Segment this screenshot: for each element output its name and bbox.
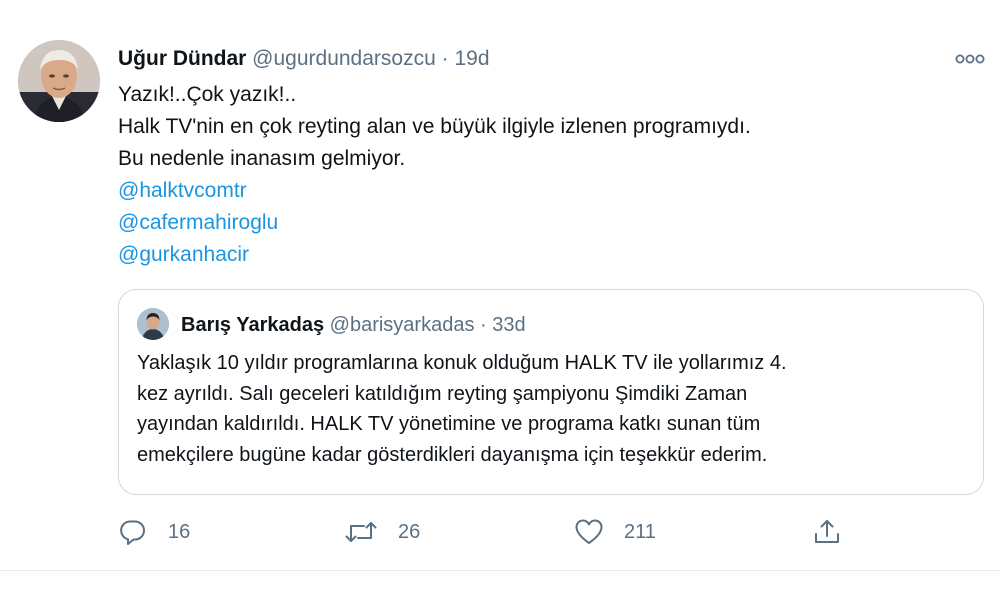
quoted-text-line: emekçilere bugüne kadar gösterdikleri da… [137, 443, 768, 466]
quoted-tweet[interactable]: Barış Yarkadaş @barisyarkadas · 33d Yakl… [118, 289, 984, 495]
tweet-time[interactable]: 19d [454, 47, 489, 70]
tweet-header: Uğur Dündar @ugurdundarsozcu · 19d [118, 45, 490, 73]
quoted-text-line: Yaklaşık 10 yıldır programlarına konuk o… [137, 352, 787, 374]
author-avatar[interactable] [18, 40, 100, 122]
tweet-card[interactable]: Uğur Dündar @ugurdundarsozcu · 19d Yazık… [0, 0, 1000, 578]
like-button[interactable]: 211 [574, 514, 656, 550]
meta-separator: · [480, 314, 487, 336]
quoted-text-line: yayından kaldırıldı. HALK TV yönetimine … [137, 413, 761, 435]
retweet-icon [344, 517, 378, 547]
reply-count: 16 [168, 520, 191, 543]
quoted-tweet-header: Barış Yarkadaş @barisyarkadas · 33d [181, 312, 526, 338]
share-icon [812, 517, 842, 547]
meta-separator: · [441, 47, 449, 70]
author-name[interactable]: Uğur Dündar [118, 47, 246, 70]
mention-link[interactable]: @gurkanhacir [118, 239, 938, 271]
tweet-text-line: Halk TV'nin en çok reyting alan ve büyük… [118, 115, 751, 138]
mention-link[interactable]: @cafermahiroglu [118, 207, 938, 239]
quoted-author-handle: @barisyarkadas [329, 314, 475, 336]
mention-link[interactable]: @halktvcomtr [118, 175, 938, 207]
quoted-author-avatar [137, 308, 169, 340]
heart-icon [574, 517, 604, 547]
reply-icon [118, 517, 148, 547]
more-options-icon[interactable] [953, 48, 987, 70]
quoted-tweet-time: 33d [492, 314, 526, 336]
author-handle[interactable]: @ugurdundarsozcu [252, 47, 436, 70]
avatar-image [18, 40, 100, 122]
tweet-actions: 16 26 211 [118, 514, 978, 550]
reply-button[interactable]: 16 [118, 514, 190, 550]
quoted-tweet-text: Yaklaşık 10 yıldır programlarına konuk o… [137, 348, 977, 470]
tweet-text-line: Yazık!..Çok yazık!.. [118, 83, 297, 106]
quoted-text-line: kez ayrıldı. Salı geceleri katıldığım re… [137, 382, 748, 405]
tweet-text: Yazık!..Çok yazık!.. Halk TV'nin en çok … [118, 79, 938, 271]
retweet-button[interactable]: 26 [344, 514, 420, 550]
tweet-text-line: Bu nedenle inanasım gelmiyor. [118, 147, 406, 170]
share-button[interactable] [812, 514, 842, 550]
retweet-count: 26 [398, 520, 421, 543]
tweet-divider [0, 570, 1000, 571]
quoted-author-name: Barış Yarkadaş [181, 314, 325, 336]
like-count: 211 [624, 520, 656, 543]
